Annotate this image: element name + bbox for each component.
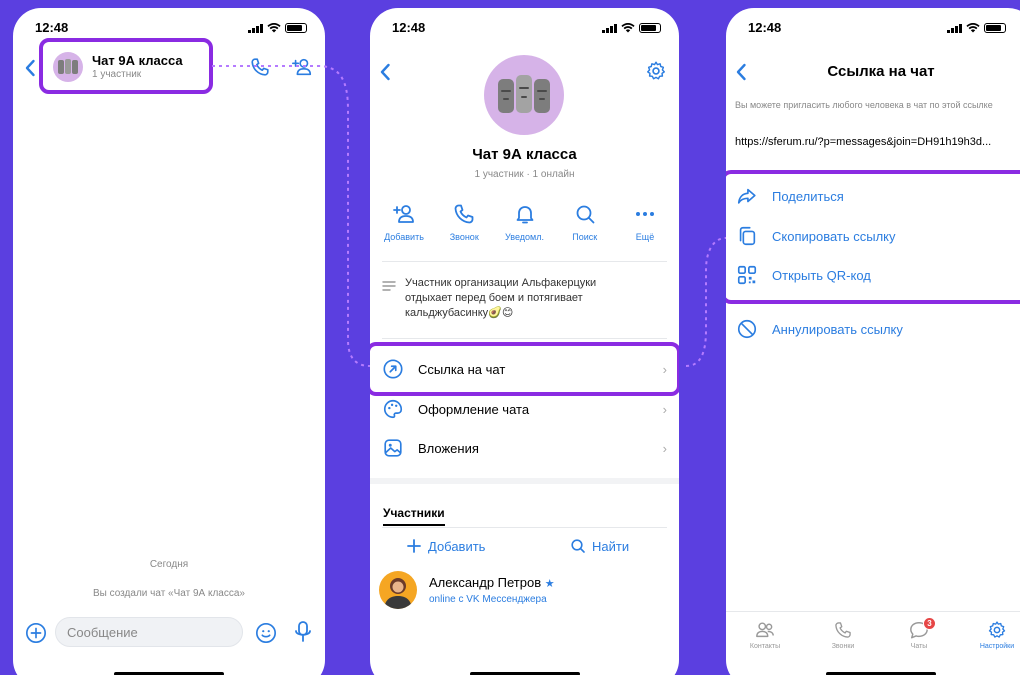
emoji-icon[interactable] (255, 622, 277, 644)
tab-settings[interactable]: Настройки (962, 620, 1020, 650)
add-member-label: Добавить (428, 538, 486, 554)
link-hint: Вы можете пригласить любого человека в ч… (735, 100, 993, 110)
star-icon: ★ (544, 578, 555, 590)
action-label: Добавить (384, 232, 424, 242)
bell-icon (516, 206, 533, 224)
divider (382, 338, 667, 339)
wifi-icon (966, 23, 980, 33)
chat-subtitle: 1 участник · 1 онлайн (474, 169, 575, 180)
status-time: 12:48 (748, 20, 782, 35)
menu-chat-appearance[interactable]: Оформление чата › (382, 394, 667, 424)
members-section-title[interactable]: Участники (383, 506, 445, 526)
add-member-button[interactable]: Добавить (406, 538, 485, 554)
back-icon[interactable] (376, 62, 396, 82)
block-icon (737, 319, 757, 339)
chat-avatar-large[interactable] (484, 55, 564, 135)
chat-info-screen: 12:48 Чат 9А класса 1 участник · 1 онлай… (370, 8, 679, 675)
chat-link-screen: 12:48 Ссылка на чат Вы можете пригласить… (726, 8, 1020, 675)
tab-label: Контакты (749, 643, 781, 650)
chat-screen: 12:48 Чат 9А класса 1 участник Сегодня В… (13, 8, 325, 675)
tab-label: Настройки (979, 643, 1015, 650)
attach-plus-icon[interactable] (25, 622, 47, 644)
divider (382, 261, 667, 262)
plus-icon (407, 539, 421, 553)
image-icon (384, 439, 402, 457)
gear-icon (988, 621, 1006, 638)
action-label: Уведомл. (505, 232, 544, 242)
moai-icon (498, 75, 550, 113)
tab-calls[interactable]: Звонки (808, 620, 878, 650)
palette-icon (383, 399, 403, 419)
menu-attachments[interactable]: Вложения › (382, 433, 667, 463)
tab-contacts[interactable]: Контакты (730, 620, 800, 650)
signal-icon (602, 23, 617, 33)
message-input[interactable]: Сообщение (55, 617, 243, 647)
action-notifications[interactable]: Уведомл. (497, 202, 553, 242)
back-icon[interactable] (21, 58, 41, 78)
action-bar: Добавить Звонок Уведомл. Поиск Ещё (376, 202, 673, 242)
phone-icon (835, 622, 851, 638)
divider (382, 527, 667, 528)
find-member-button[interactable]: Найти (570, 538, 629, 554)
status-bar: 12:48 (726, 20, 1020, 38)
unread-badge: 3 (923, 617, 936, 630)
action-search[interactable]: Поиск (557, 202, 613, 242)
menu-label: Вложения (418, 440, 479, 456)
signal-icon (947, 23, 962, 33)
battery-icon (285, 23, 307, 33)
text-lines-icon (382, 281, 396, 291)
member-avatar[interactable] (379, 571, 417, 609)
tab-bar: Контакты Звонки 3 Чаты Настройки (726, 611, 1020, 661)
status-bar: 12:48 (13, 20, 325, 38)
member-name-text: Александр Петров (429, 575, 542, 590)
system-message: Вы создали чат «Чат 9А класса» (92, 588, 245, 599)
day-label: Сегодня (149, 559, 189, 570)
wifi-icon (621, 23, 635, 33)
chat-description: Участник организации Альфакерцуки отдыха… (405, 277, 597, 319)
add-person-icon[interactable] (291, 56, 313, 78)
add-person-icon (393, 205, 414, 223)
invite-link[interactable]: https://sferum.ru/?p=messages&join=DH91h… (735, 136, 1020, 148)
chat-title: Чат 9А класса (472, 146, 577, 163)
highlight-frame (726, 170, 1020, 304)
gear-icon[interactable] (645, 60, 667, 82)
tab-label: Звонки (831, 643, 855, 650)
status-bar: 12:48 (370, 20, 679, 38)
contacts-icon (756, 622, 774, 638)
tab-chats[interactable]: 3 Чаты (884, 617, 954, 650)
revoke-link-label: Аннулировать ссылку (772, 321, 903, 337)
action-label: Звонок (449, 232, 479, 242)
action-more[interactable]: Ещё (617, 202, 673, 242)
more-icon (636, 212, 654, 216)
chevron-right-icon: › (662, 440, 667, 456)
page-title: Ссылка на чат (827, 63, 935, 80)
battery-icon (984, 23, 1006, 33)
action-label: Поиск (572, 232, 598, 242)
divider (370, 478, 679, 484)
find-member-label: Найти (592, 538, 630, 554)
wifi-icon (267, 23, 281, 33)
status-time: 12:48 (392, 20, 426, 35)
member-status: online с VK Мессенджера (429, 594, 547, 605)
search-icon (576, 205, 595, 224)
search-icon (571, 539, 585, 553)
call-icon[interactable] (249, 56, 271, 78)
action-label: Ещё (635, 232, 655, 242)
chevron-right-icon: › (662, 401, 667, 417)
menu-label: Оформление чата (418, 401, 530, 417)
microphone-icon[interactable] (293, 620, 313, 644)
highlight-frame (39, 38, 213, 94)
phone-icon (454, 204, 474, 224)
highlight-frame (370, 342, 679, 396)
signal-icon (248, 23, 263, 33)
action-add[interactable]: Добавить (376, 202, 432, 242)
battery-icon (639, 23, 661, 33)
status-time: 12:48 (35, 20, 69, 35)
revoke-link-button[interactable]: Аннулировать ссылку (736, 318, 903, 340)
person-photo-icon (384, 578, 412, 609)
message-placeholder: Сообщение (67, 624, 138, 640)
member-name[interactable]: Александр Петров ★ (429, 575, 555, 590)
tab-label: Чаты (910, 643, 928, 650)
action-call[interactable]: Звонок (436, 202, 492, 242)
